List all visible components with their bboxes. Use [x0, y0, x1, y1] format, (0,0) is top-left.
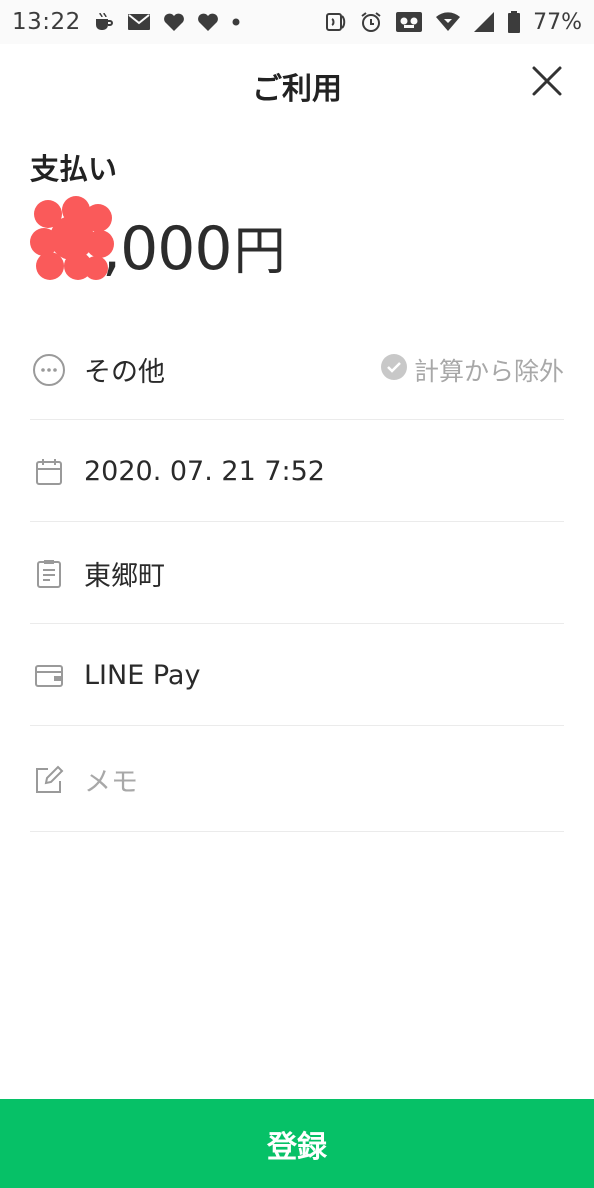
heart-icon [163, 12, 185, 32]
payment-method-value: LINE Pay [84, 660, 201, 691]
calendar-icon [30, 453, 68, 491]
battery-icon [507, 10, 521, 34]
battery-percent: 77% [533, 9, 582, 35]
currency-unit: 円 [233, 222, 286, 282]
dot-icon [231, 17, 241, 27]
check-circle-icon [380, 353, 408, 387]
more-circle-icon [30, 351, 68, 389]
register-button[interactable]: 登録 [0, 1099, 594, 1188]
header: ご利用 [0, 50, 594, 116]
signal-icon [473, 11, 495, 33]
exclude-label: 計算から除外 [413, 356, 564, 386]
redaction-mark [30, 196, 114, 280]
status-bar-right: 77% [323, 10, 582, 35]
memo-input[interactable]: メモ [84, 760, 138, 799]
status-bar-left: 13:22 [12, 9, 241, 35]
receipt-icon [30, 555, 68, 593]
wifi-icon [435, 11, 461, 33]
wallet-icon [30, 657, 68, 695]
close-icon [530, 66, 564, 102]
date-value: 2020. 07. 21 7:52 [84, 456, 325, 487]
edit-icon [30, 761, 68, 799]
exclude-from-calc-toggle[interactable]: 計算から除外 [380, 320, 564, 419]
date-row[interactable]: 2020. 07. 21 7:52 [30, 422, 564, 522]
payment-method-row[interactable]: LINE Pay [30, 626, 564, 726]
store-row[interactable]: 東郷町 [30, 524, 564, 624]
mail-icon [127, 12, 151, 32]
nfc-icon [323, 10, 347, 34]
alarm-icon [359, 10, 383, 34]
register-button-label: 登録 [267, 1129, 327, 1165]
payment-label: 支払い [30, 152, 118, 186]
store-value: 東郷町 [84, 561, 165, 592]
memo-row[interactable]: メモ [30, 728, 564, 832]
category-row[interactable]: その他 計算から除外 [30, 320, 564, 420]
voicemail-icon [395, 11, 423, 33]
coffee-cup-icon [93, 11, 115, 33]
heart-icon [197, 12, 219, 32]
status-time: 13:22 [12, 9, 81, 35]
page-title: ご利用 [252, 72, 342, 107]
status-bar: 13:22 77% [0, 0, 594, 44]
category-label: その他 [84, 357, 165, 388]
close-button[interactable] [530, 64, 564, 98]
